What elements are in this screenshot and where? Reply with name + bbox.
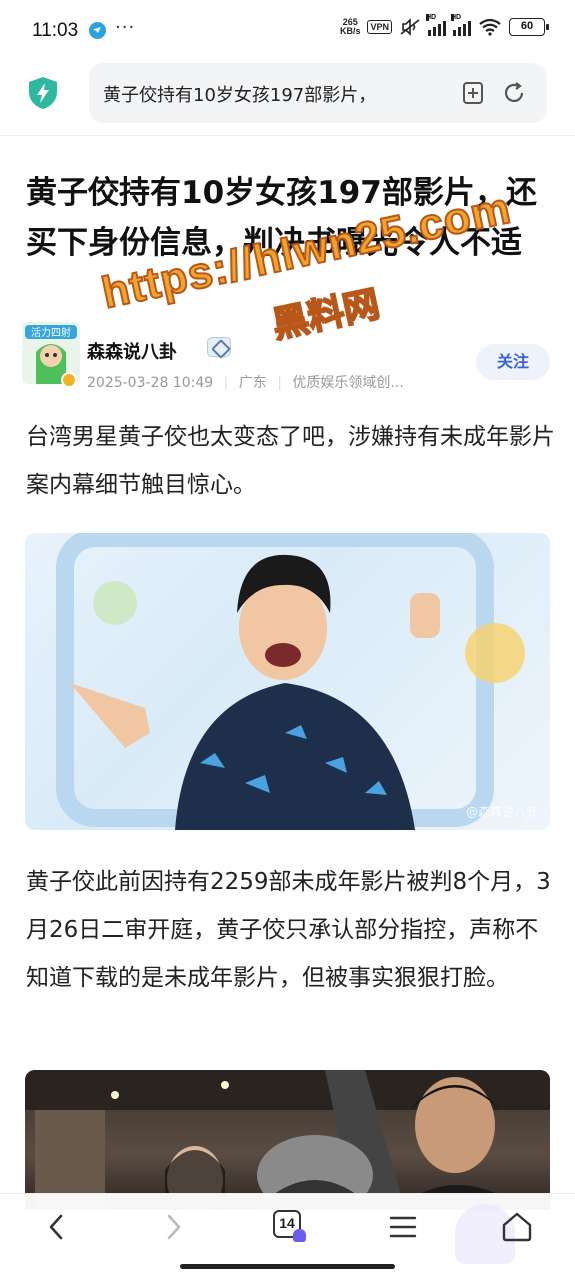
add-bookmark-icon[interactable] [461,81,485,105]
forward-arrow-icon[interactable] [156,1210,190,1244]
article-paragraph: 台湾男星黄子佼也太变态了吧，涉嫌持有未成年影片案内幕细节触目惊心。 [26,424,555,498]
watermark-name: 黑料网 [268,283,384,348]
article-title: 黄子佼持有10岁女孩197部影片，还买下身份信息，判决书曝光令人不适 [26,175,537,261]
telegram-icon [89,22,106,39]
author-tag: 优质娱乐领域创... [292,375,404,391]
wifi-icon [479,18,501,36]
status-icons: 265 KB/s VPN HD HD 60 [339,14,549,36]
article-image[interactable]: @森森说八卦 [25,533,550,830]
status-time: 11:03 [32,20,79,41]
network-speed: 265 KB/s [339,17,361,36]
signal-1-icon: HD [426,14,446,36]
svg-text:活力四射: 活力四射 [31,326,71,339]
url-search-field[interactable]: 黄子佼持有10岁女孩197部影片， [89,63,547,123]
menu-icon[interactable] [386,1210,420,1244]
bottom-navigation: 14 [0,1193,575,1280]
status-bar: 11:03 ··· 265 KB/s VPN HD HD 60 [0,0,575,62]
image-credit: @森森说八卦 [465,805,538,819]
article-paragraph: 黄子佼此前因持有2259部未成年影片被判8个月，3月26日二审开庭，黄子佼只承认… [26,869,551,991]
article-meta: 2025-03-28 10:49 | 广东 | 优质娱乐领域创... [87,375,404,391]
home-icon[interactable] [500,1210,534,1244]
address-bar-row: 黄子佼持有10岁女孩197部影片， [0,62,575,136]
signal-2-icon: HD [451,14,471,36]
back-arrow-icon[interactable] [40,1210,74,1244]
shield-bolt-icon[interactable] [27,76,59,110]
mute-icon [400,18,420,36]
follow-button[interactable]: 关注 [476,344,550,380]
search-query[interactable]: 黄子佼持有10岁女孩197部影片， [103,81,418,107]
author-level-icon [207,337,231,357]
publish-location: 广东 [238,375,267,391]
gesture-home-indicator[interactable] [180,1264,395,1269]
verified-badge-icon [61,372,77,388]
author-name[interactable]: 森森说八卦 [87,338,177,364]
reload-icon[interactable] [502,81,526,105]
more-notifications-icon: ··· [115,17,136,38]
vpn-badge: VPN [367,20,392,34]
publish-date: 2025-03-28 10:49 [87,375,214,391]
battery-indicator: 60 [509,18,549,36]
incognito-ghost-icon [293,1229,306,1242]
article-image[interactable] [25,1070,550,1210]
